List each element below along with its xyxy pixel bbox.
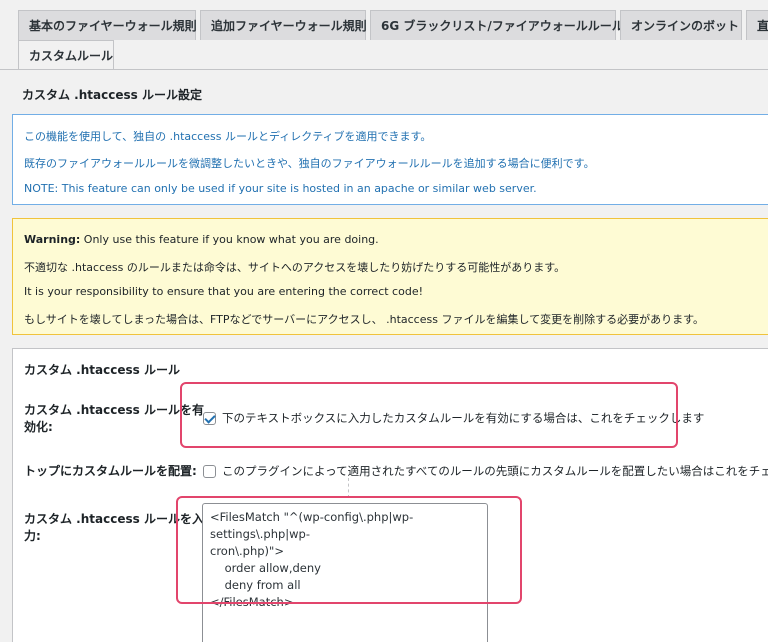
warning-notice: Warning: Only use this feature if you kn… [12,218,768,335]
enable-custom-rules-label: カスタム .htaccess ルールを有 効化: [24,402,204,436]
panel-title: カスタム .htaccess ルール [24,363,180,377]
warning-line-1: Warning: Only use this feature if you kn… [24,233,379,246]
warning-line-2: 不適切な .htaccess のルールまたは命令は、サイトへのアクセスを壊したり… [24,261,566,274]
info-line-2: 既存のファイアウォールルールを微調整したいときや、独自のファイアウォールルールを… [24,157,595,170]
place-top-checkbox[interactable] [203,465,216,478]
warning-line-3: It is your responsibility to ensure that… [24,285,423,298]
input-label-line-2: 力: [24,529,41,543]
place-top-label: トップにカスタムルールを配置: [24,464,197,478]
tab-more[interactable]: 直 [746,10,768,40]
section-title: カスタム .htaccess ルール設定 [22,88,202,102]
info-line-1: この機能を使用して、独自の .htaccess ルールとディレクティブを適用でき… [24,130,432,143]
info-line-3: NOTE: This feature can only be used if y… [24,182,537,195]
enable-custom-rules-checkbox[interactable] [203,412,216,425]
custom-rules-textarea[interactable]: <FilesMatch "^(wp-config\.php|wp-setting… [202,503,488,642]
info-notice: この機能を使用して、独自の .htaccess ルールとディレクティブを適用でき… [12,114,768,205]
enable-label-line-1: カスタム .htaccess ルールを有 [24,403,204,417]
tab-custom-rules[interactable]: カスタムルール [18,40,114,70]
divider-dashed [348,478,349,498]
tab-online-bots[interactable]: オンラインのボット [620,10,742,40]
tab-6g-blacklist[interactable]: 6G ブラックリスト/ファイアウォールルール [370,10,624,40]
enable-custom-rules-desc[interactable]: 下のテキストボックスに入力したカスタムルールを有効にする場合は、これをチェックし… [222,410,704,426]
warning-line-1-text: Only use this feature if you know what y… [80,233,379,246]
warning-prefix: Warning: [24,233,81,246]
tab-additional-firewall[interactable]: 追加ファイヤーウォール規則 [200,10,367,40]
tab-bar: 基本のファイヤーウォール規則 追加ファイヤーウォール規則 6G ブラックリスト/… [0,0,768,70]
place-top-desc[interactable]: このプラグインによって適用されたすべてのルールの先頭にカスタムルールを配置したい… [222,463,768,479]
warning-line-4: もしサイトを壊してしまった場合は、FTPなどでサーバーにアクセスし、 .htac… [24,313,705,326]
custom-rules-panel: カスタム .htaccess ルール カスタム .htaccess ルールを有 … [12,348,768,642]
tab-basic-firewall[interactable]: 基本のファイヤーウォール規則 [18,10,197,40]
input-label-line-1: カスタム .htaccess ルールを入 [24,512,204,526]
enable-label-line-2: 効化: [24,420,53,434]
tab-divider [0,69,768,70]
custom-rules-input-label: カスタム .htaccess ルールを入 力: [24,511,204,545]
